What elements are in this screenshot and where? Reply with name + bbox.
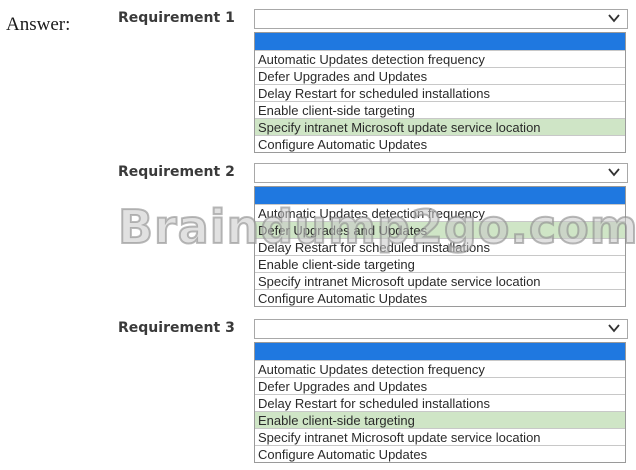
option-item-selected[interactable]: Defer Upgrades and Updates (255, 221, 625, 238)
option-item-selected[interactable]: Enable client-side targeting (255, 411, 625, 428)
chevron-down-icon (608, 14, 620, 23)
option-item[interactable]: Automatic Updates detection frequency (255, 50, 625, 67)
option-item[interactable]: Automatic Updates detection frequency (255, 360, 625, 377)
option-item[interactable]: Delay Restart for scheduled installation… (255, 394, 625, 411)
option-item[interactable]: Defer Upgrades and Updates (255, 67, 625, 84)
option-item[interactable]: Configure Automatic Updates (255, 135, 625, 152)
chevron-down-icon (608, 324, 620, 333)
requirement-1-select[interactable] (254, 9, 628, 29)
highlight-row (255, 33, 625, 50)
requirement-3-options-list: Automatic Updates detection frequency De… (254, 342, 626, 463)
option-item[interactable]: Specify intranet Microsoft update servic… (255, 272, 625, 289)
requirement-1-dropdown: Automatic Updates detection frequency De… (254, 9, 628, 153)
answer-label: Answer: (6, 14, 71, 35)
option-item[interactable]: Delay Restart for scheduled installation… (255, 84, 625, 101)
requirement-1-options-list: Automatic Updates detection frequency De… (254, 32, 626, 153)
requirement-2-options-list: Automatic Updates detection frequency De… (254, 186, 626, 307)
option-item[interactable]: Delay Restart for scheduled installation… (255, 238, 625, 255)
requirement-3-dropdown: Automatic Updates detection frequency De… (254, 319, 628, 463)
highlight-row (255, 343, 625, 360)
chevron-down-icon (608, 168, 620, 177)
option-item[interactable]: Configure Automatic Updates (255, 445, 625, 462)
option-item-selected[interactable]: Specify intranet Microsoft update servic… (255, 118, 625, 135)
option-item[interactable]: Automatic Updates detection frequency (255, 204, 625, 221)
requirement-2-select[interactable] (254, 163, 628, 183)
requirement-3-select[interactable] (254, 319, 628, 339)
option-item[interactable]: Specify intranet Microsoft update servic… (255, 428, 625, 445)
option-item[interactable]: Enable client-side targeting (255, 101, 625, 118)
highlight-row (255, 187, 625, 204)
requirement-2-dropdown: Automatic Updates detection frequency De… (254, 163, 628, 307)
requirement-3-label: Requirement 3 (118, 320, 235, 336)
option-item[interactable]: Enable client-side targeting (255, 255, 625, 272)
option-item[interactable]: Defer Upgrades and Updates (255, 377, 625, 394)
requirement-2-label: Requirement 2 (118, 164, 235, 180)
requirement-1-label: Requirement 1 (118, 10, 235, 26)
option-item[interactable]: Configure Automatic Updates (255, 289, 625, 306)
